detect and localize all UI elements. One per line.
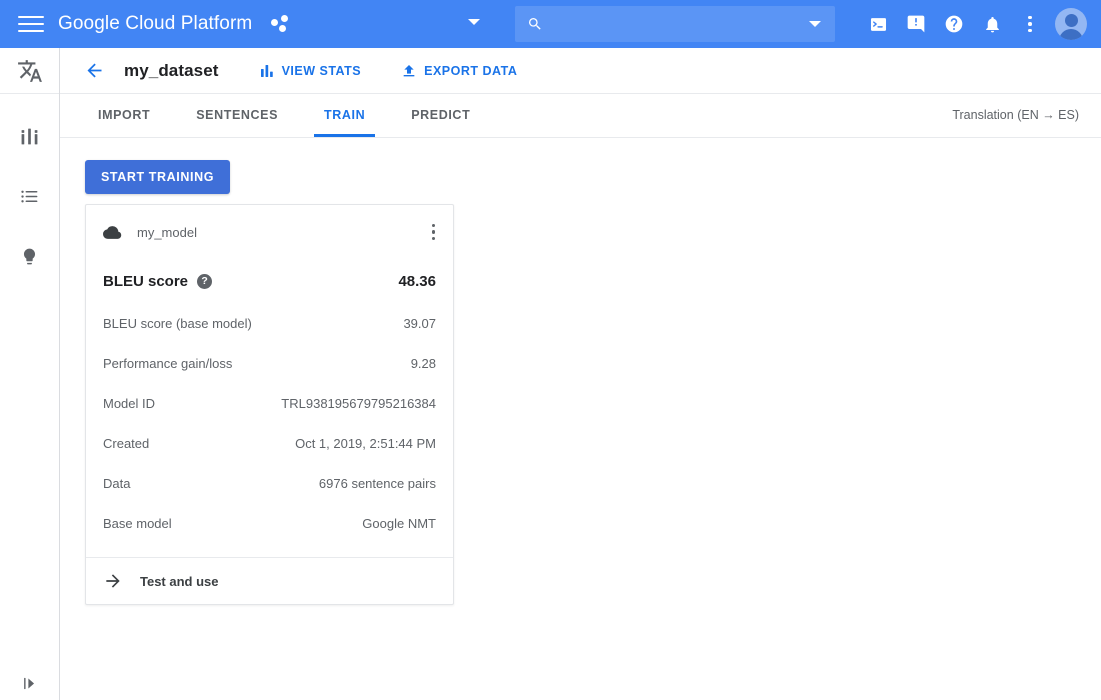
- project-dots-icon[interactable]: [270, 13, 292, 35]
- data-row: Data 6976 sentence pairs: [103, 463, 436, 503]
- test-and-use-button[interactable]: Test and use: [86, 557, 453, 604]
- top-bar-icon-group: [859, 0, 1091, 48]
- model-card-header: my_model: [86, 205, 453, 259]
- export-data-label: EXPORT DATA: [424, 64, 517, 78]
- model-id-label: Model ID: [103, 396, 281, 411]
- app-window: Google Cloud Platform: [0, 0, 1101, 700]
- tab-bar: IMPORT SENTENCES TRAIN PREDICT Translati…: [60, 94, 1101, 138]
- search-input[interactable]: [553, 16, 835, 32]
- start-training-button[interactable]: START TRAINING: [85, 160, 230, 194]
- arrow-right-icon: [103, 571, 123, 591]
- tab-sentences[interactable]: SENTENCES: [176, 93, 298, 137]
- bleu-score-value: 48.36: [398, 273, 436, 290]
- test-and-use-label: Test and use: [140, 574, 219, 589]
- search-bar[interactable]: [515, 6, 835, 42]
- performance-gain-row: Performance gain/loss 9.28: [103, 343, 436, 383]
- project-chevron-down-icon[interactable]: [468, 19, 480, 25]
- performance-gain-label: Performance gain/loss: [103, 356, 411, 371]
- hamburger-menu-icon[interactable]: [18, 11, 44, 37]
- expand-panel-icon[interactable]: [22, 675, 39, 692]
- translate-icon: [17, 58, 43, 84]
- main-content: START TRAINING my_model BLEU score ?: [60, 138, 1101, 700]
- tab-train[interactable]: TRAIN: [304, 93, 385, 137]
- model-card: my_model BLEU score ? 48.36 BLEU score (…: [85, 204, 454, 605]
- view-stats-button[interactable]: VIEW STATS: [259, 63, 362, 79]
- rail-item-list: [0, 94, 59, 276]
- help-circle-icon[interactable]: ?: [197, 274, 212, 289]
- avatar[interactable]: [1055, 8, 1087, 40]
- help-icon[interactable]: [935, 5, 973, 43]
- view-stats-label: VIEW STATS: [282, 64, 362, 78]
- datasets-list-icon: [20, 187, 39, 206]
- performance-gain-value: 9.28: [411, 356, 436, 371]
- page-title: my_dataset: [124, 61, 219, 81]
- notifications-bell-icon[interactable]: [973, 5, 1011, 43]
- dataset-subheader: my_dataset VIEW STATS EXPORT DATA: [60, 48, 1101, 94]
- created-row: Created Oct 1, 2019, 2:51:44 PM: [103, 423, 436, 463]
- sidebar-item-tips[interactable]: [10, 236, 50, 276]
- base-model-value: Google NMT: [362, 516, 436, 531]
- created-value: Oct 1, 2019, 2:51:44 PM: [295, 436, 436, 451]
- bleu-base-row: BLEU score (base model) 39.07: [103, 303, 436, 343]
- tab-import[interactable]: IMPORT: [78, 93, 170, 137]
- translation-direction-label: Translation (EN → ES): [952, 108, 1079, 122]
- search-icon: [527, 16, 543, 32]
- upload-icon: [401, 63, 417, 79]
- bleu-score-row: BLEU score ? 48.36: [103, 259, 436, 303]
- data-label: Data: [103, 476, 319, 491]
- search-chevron-down-icon[interactable]: [809, 21, 821, 27]
- data-value: 6976 sentence pairs: [319, 476, 436, 491]
- brand-title: Google Cloud Platform: [58, 13, 252, 35]
- lightbulb-icon: [20, 247, 39, 266]
- bar-chart-icon: [259, 63, 275, 79]
- model-id-value: TRL938195679795216384: [281, 396, 436, 411]
- rail-product-header: [0, 48, 59, 94]
- more-options-icon[interactable]: [1011, 5, 1049, 43]
- top-app-bar: Google Cloud Platform: [0, 0, 1101, 48]
- base-model-row: Base model Google NMT: [103, 503, 436, 543]
- feedback-icon[interactable]: [897, 5, 935, 43]
- sidebar-item-datasets[interactable]: [10, 176, 50, 216]
- bleu-score-label: BLEU score: [103, 273, 188, 290]
- model-name: my_model: [137, 225, 432, 240]
- cloud-shell-terminal-icon[interactable]: [859, 5, 897, 43]
- export-data-button[interactable]: EXPORT DATA: [401, 63, 517, 79]
- cloud-model-icon: [103, 223, 122, 242]
- rail-footer: [0, 675, 60, 692]
- back-arrow-icon[interactable]: [82, 59, 106, 83]
- dashboard-icon: [20, 127, 39, 146]
- model-id-row: Model ID TRL938195679795216384: [103, 383, 436, 423]
- tab-predict[interactable]: PREDICT: [391, 93, 490, 137]
- model-more-options-icon[interactable]: [432, 224, 436, 241]
- sidebar-item-dashboard[interactable]: [10, 116, 50, 156]
- bleu-base-value: 39.07: [403, 316, 436, 331]
- left-rail: [0, 48, 60, 700]
- bleu-base-label: BLEU score (base model): [103, 316, 403, 331]
- bleu-score-label-group: BLEU score ?: [103, 273, 398, 290]
- created-label: Created: [103, 436, 295, 451]
- model-detail-list: BLEU score ? 48.36 BLEU score (base mode…: [86, 259, 453, 557]
- base-model-label: Base model: [103, 516, 362, 531]
